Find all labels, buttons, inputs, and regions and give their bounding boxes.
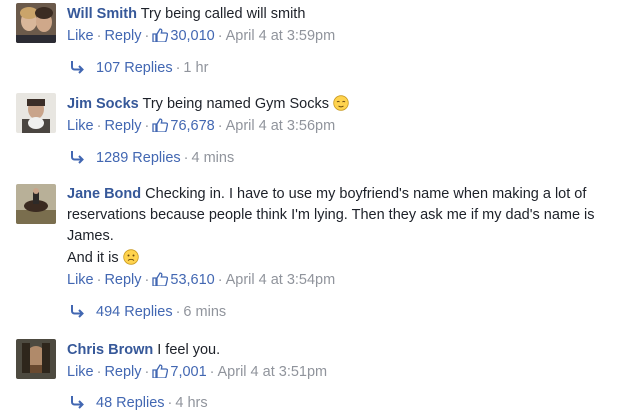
like-button[interactable]: Like: [67, 272, 94, 288]
commenter-name[interactable]: Jane Bond: [67, 186, 141, 202]
like-count[interactable]: 53,610: [170, 272, 214, 288]
comment-timestamp[interactable]: April 4 at 3:59pm: [226, 28, 336, 44]
comment-text-continued: And it is: [67, 250, 119, 266]
replies-time: 4 mins: [191, 150, 235, 166]
comment-text: Checking in. I have to use my boyfriend'…: [67, 186, 595, 244]
like-button[interactable]: Like: [67, 364, 94, 380]
view-replies-link[interactable]: 1289 Replies: [96, 150, 181, 166]
thumbs-up-icon: [152, 118, 169, 132]
view-replies-link[interactable]: 107 Replies: [96, 60, 173, 76]
view-replies-link[interactable]: 48 Replies: [96, 395, 165, 411]
replies-time: 6 mins: [183, 304, 227, 320]
reply-button[interactable]: Reply: [104, 364, 141, 380]
like-count[interactable]: 7,001: [170, 364, 206, 380]
comment-text: Try being called will smith: [140, 6, 306, 22]
reply-button[interactable]: Reply: [104, 272, 141, 288]
thumbs-up-icon: [152, 28, 169, 42]
commenter-name[interactable]: Jim Socks: [67, 96, 139, 112]
replies-time: 4 hrs: [175, 395, 208, 411]
reply-arrow-icon: [71, 305, 84, 318]
relieved-emoji-icon: [333, 95, 349, 111]
avatar[interactable]: [16, 93, 56, 133]
sad-emoji-icon: [122, 249, 139, 265]
reply-arrow-icon: [71, 396, 84, 409]
comment-text: Try being named Gym Socks: [142, 96, 329, 112]
replies-row[interactable]: 1289 Replies · 4 mins: [70, 148, 234, 168]
like-button[interactable]: Like: [67, 118, 94, 134]
commenter-name[interactable]: Will Smith: [67, 6, 137, 22]
thumbs-up-icon: [152, 272, 169, 286]
reply-arrow-icon: [71, 151, 84, 164]
avatar[interactable]: [16, 184, 56, 224]
view-replies-link[interactable]: 494 Replies: [96, 304, 173, 320]
replies-row[interactable]: 48 Replies · 4 hrs: [70, 393, 208, 413]
avatar[interactable]: [16, 3, 56, 43]
avatar[interactable]: [16, 339, 56, 379]
like-button[interactable]: Like: [67, 28, 94, 44]
commenter-name[interactable]: Chris Brown: [67, 342, 153, 358]
reply-button[interactable]: Reply: [104, 118, 141, 134]
like-count[interactable]: 30,010: [170, 28, 214, 44]
replies-row[interactable]: 107 Replies · 1 hr: [70, 58, 208, 78]
thumbs-up-icon: [152, 364, 169, 378]
comment-text: I feel you.: [157, 342, 221, 358]
reply-button[interactable]: Reply: [104, 28, 141, 44]
like-count[interactable]: 76,678: [170, 118, 214, 134]
comment-timestamp[interactable]: April 4 at 3:56pm: [226, 118, 336, 134]
replies-row[interactable]: 494 Replies · 6 mins: [70, 302, 226, 322]
comment-timestamp[interactable]: April 4 at 3:54pm: [226, 272, 336, 288]
comment-timestamp[interactable]: April 4 at 3:51pm: [218, 364, 328, 380]
reply-arrow-icon: [71, 61, 84, 74]
replies-time: 1 hr: [183, 60, 209, 76]
